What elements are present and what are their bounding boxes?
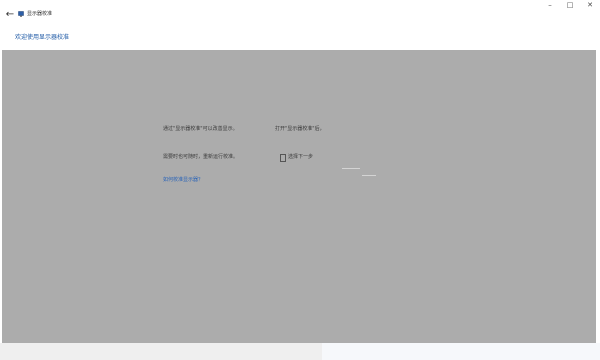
window-controls: – □ ✕ (540, 0, 600, 14)
back-arrow-icon[interactable]: ← (4, 8, 16, 22)
glare-mark (342, 168, 360, 169)
how-to-calibrate-link[interactable]: 如何校准显示器？ (163, 177, 203, 184)
calibration-window: ← 显示器校准 – □ ✕ 欢迎使用显示器校准 通过"显示器校准"可以改善显示。… (0, 0, 600, 360)
welcome-link[interactable]: 欢迎使用显示器校准 (15, 34, 69, 42)
bottom-bar-right (322, 343, 600, 360)
instruction-text-1: 通过"显示器校准"可以改善显示。 (163, 126, 238, 132)
window-title: 显示器校准 (27, 11, 53, 17)
instruction-text-2: 需要时也可随时，重新运行校准。 (163, 154, 239, 160)
text-cursor-icon (280, 154, 286, 162)
dimmed-content-panel: 通过"显示器校准"可以改善显示。 需要时也可随时，重新运行校准。 如何校准显示器… (2, 50, 596, 343)
glare-mark (362, 175, 376, 176)
close-button[interactable]: ✕ (580, 0, 600, 12)
instruction-text-3: 打开"显示器校准"后， (275, 126, 325, 132)
maximize-button[interactable]: □ (560, 0, 580, 12)
instruction-text-4: 选择下一步 (288, 154, 314, 160)
title-bar: ← 显示器校准 – □ ✕ (0, 0, 600, 30)
display-calibration-icon (18, 11, 24, 17)
minimize-button[interactable]: – (540, 0, 560, 12)
